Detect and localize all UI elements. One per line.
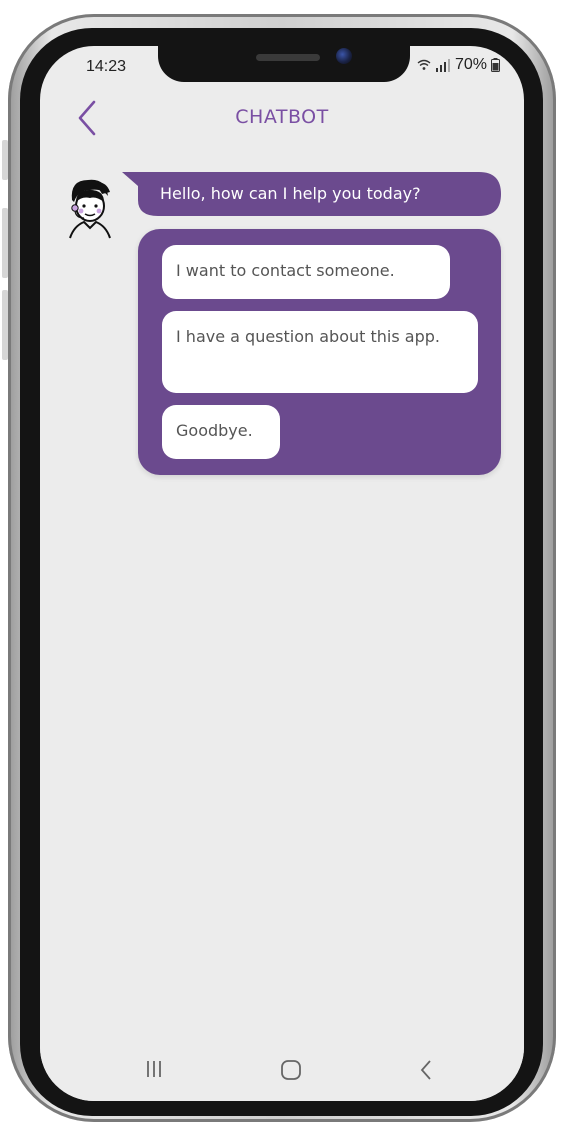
- page-title: CHATBOT: [235, 106, 329, 128]
- camera-icon: [336, 48, 352, 64]
- option-contact-someone[interactable]: I want to contact someone.: [162, 245, 450, 299]
- option-goodbye[interactable]: Goodbye.: [162, 405, 280, 459]
- bot-message-bubble: Hello, how can I help you today?: [122, 172, 501, 216]
- speaker: [256, 54, 320, 61]
- options-panel: I want to contact someone. I have a ques…: [138, 229, 501, 475]
- battery-percent: 70%: [454, 56, 487, 73]
- back-icon: [420, 1060, 431, 1080]
- screen: 14:23 70% CHATBOT Hello, how can I help …: [40, 46, 524, 1101]
- wifi-icon: [417, 59, 431, 70]
- home-icon: [281, 1060, 301, 1080]
- side-button: [2, 140, 8, 180]
- notch: [158, 46, 410, 82]
- side-button: [2, 208, 8, 278]
- bot-message-text: Hello, how can I help you today?: [160, 184, 421, 203]
- signal-icon: [435, 58, 450, 72]
- side-button: [2, 290, 8, 360]
- status-indicators: 70%: [417, 56, 500, 74]
- bot-avatar: [62, 176, 118, 240]
- recent-apps-button[interactable]: [144, 1059, 164, 1083]
- recent-apps-icon: [147, 1061, 161, 1077]
- home-button[interactable]: [280, 1059, 302, 1085]
- status-time: 14:23: [86, 58, 127, 75]
- battery-icon: [491, 58, 500, 72]
- system-nav-bar: [40, 1041, 524, 1101]
- nav-back-button[interactable]: [418, 1059, 434, 1085]
- option-question-app[interactable]: I have a question about this app.: [162, 311, 478, 393]
